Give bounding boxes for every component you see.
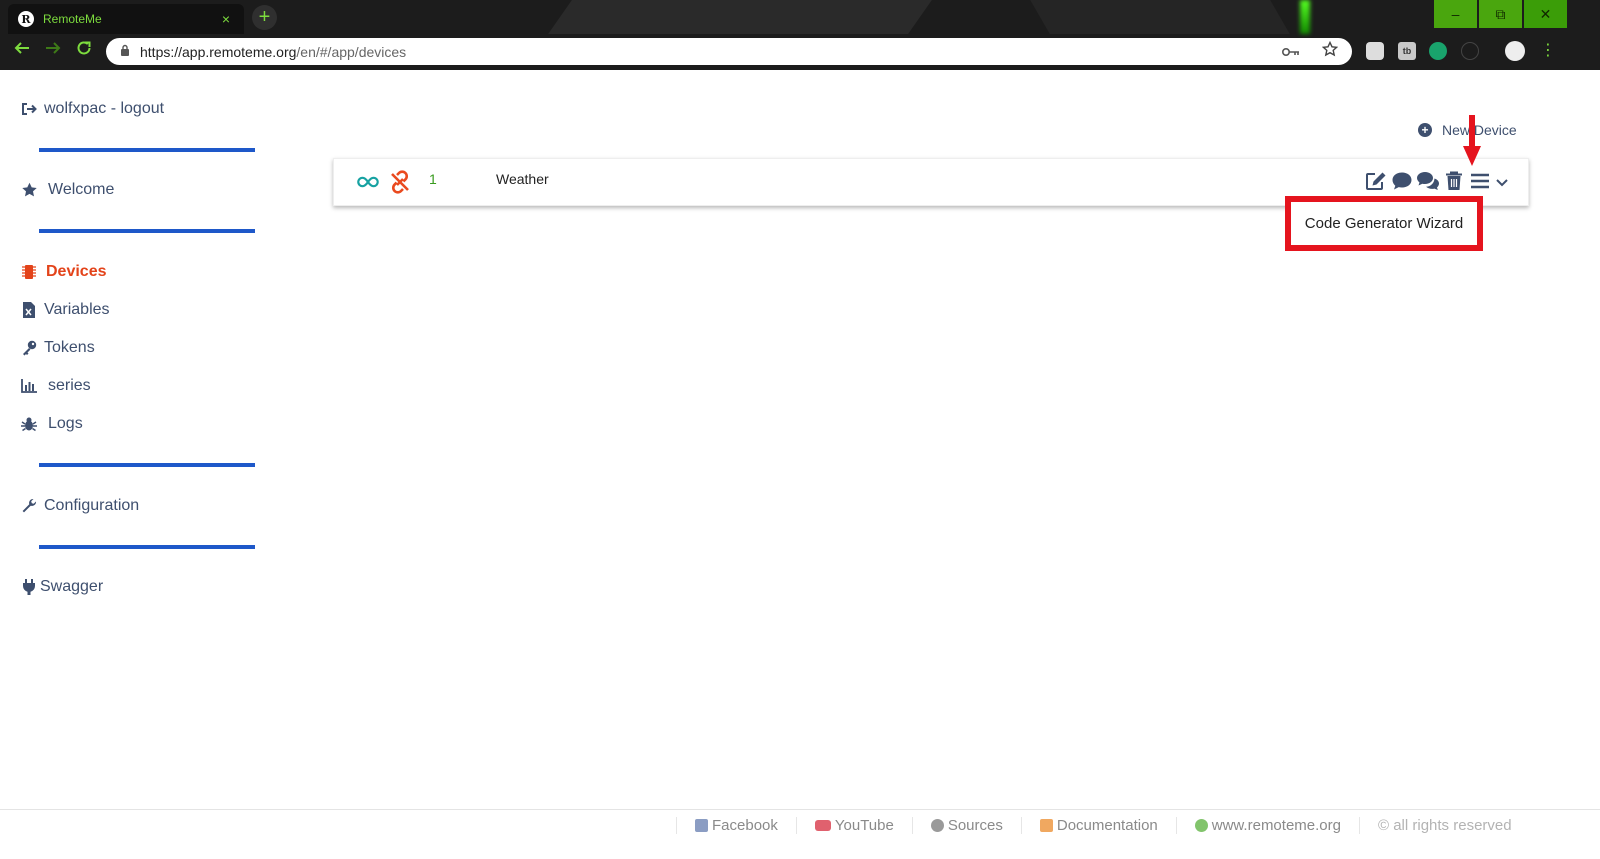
footer-sources-link[interactable]: Sources	[911, 816, 1021, 834]
footer: Facebook YouTube Sources Documentation w…	[0, 809, 1600, 859]
url-path: /en/#/app/devices	[296, 43, 407, 60]
footer-link-label: YouTube	[834, 816, 894, 834]
device-name: Weather	[496, 171, 549, 187]
browser-tab[interactable]: R RemoteMe ×	[8, 4, 244, 34]
sidebar-item-swagger[interactable]: Swagger	[20, 578, 103, 596]
microchip-icon	[20, 263, 38, 281]
footer-link-label: Facebook	[712, 816, 778, 834]
extension-cube-icon[interactable]	[1366, 42, 1384, 60]
bar-chart-icon	[20, 377, 38, 395]
sidebar-item-label: Swagger	[40, 578, 104, 595]
arrow-left-icon	[14, 42, 29, 54]
sidebar: wolfxpac - logout Welcome Devices Variab…	[0, 70, 290, 810]
url-text[interactable]: https://app.remoteme.org/en/#/app/device…	[140, 44, 1282, 60]
code-generator-wizard-menu-item[interactable]: Code Generator Wizard	[1285, 196, 1483, 251]
footer-facebook-link[interactable]: Facebook	[676, 816, 796, 834]
reload-icon	[77, 41, 91, 55]
password-key-icon[interactable]	[1281, 44, 1300, 60]
sidebar-item-tokens[interactable]: Tokens	[20, 339, 95, 357]
sidebar-item-label: Logs	[48, 415, 83, 432]
globe-icon	[1194, 818, 1208, 832]
sidebar-item-welcome[interactable]: Welcome	[20, 181, 114, 199]
wrench-icon	[20, 497, 38, 515]
footer-documentation-link[interactable]: Documentation	[1020, 816, 1176, 834]
sidebar-divider	[39, 148, 255, 152]
footer-link-label: www.remoteme.org	[1211, 816, 1341, 834]
sidebar-item-logs[interactable]: Logs	[20, 415, 83, 433]
trash-icon[interactable]	[1442, 169, 1466, 193]
arrow-right-icon	[46, 42, 61, 54]
sidebar-item-configuration[interactable]: Configuration	[20, 497, 139, 515]
sidebar-item-label: Devices	[46, 263, 107, 280]
address-bar[interactable]: https://app.remoteme.org/en/#/app/device…	[106, 38, 1352, 65]
extension-blocked-icon[interactable]	[1461, 42, 1479, 60]
footer-copyright: © all rights reserved	[1358, 816, 1512, 834]
device-actions	[1364, 169, 1494, 193]
extension-tb-icon[interactable]: tb	[1398, 42, 1416, 60]
bookmark-star-icon[interactable]	[1321, 40, 1339, 62]
extension-cart-icon[interactable]	[1429, 42, 1447, 60]
chrome-background-art	[1030, 0, 1290, 34]
github-icon	[930, 818, 944, 832]
back-button[interactable]	[10, 39, 34, 63]
comments-icon[interactable]	[1416, 169, 1440, 193]
facebook-icon	[695, 818, 708, 832]
sidebar-item-label: Welcome	[48, 181, 115, 198]
bug-icon	[20, 415, 38, 433]
sidebar-item-label: series	[48, 377, 91, 394]
message-icon[interactable]	[1390, 169, 1414, 193]
footer-youtube-link[interactable]: YouTube	[795, 816, 912, 834]
sidebar-divider	[39, 545, 255, 549]
file-variable-icon	[20, 301, 38, 319]
menu-item-label: Code Generator Wizard	[1304, 215, 1464, 232]
sidebar-divider	[39, 229, 255, 233]
arduino-infinity-icon	[356, 172, 380, 192]
star-icon	[20, 181, 38, 199]
new-tab-button[interactable]: +	[252, 5, 277, 30]
device-id: 1	[429, 171, 437, 187]
sidebar-item-label: Variables	[44, 301, 110, 318]
browser-chrome: R RemoteMe × + – ⧉ ✕ https://app.remotem…	[0, 0, 1600, 70]
window-minimize-button[interactable]: –	[1434, 0, 1477, 28]
window-maximize-button[interactable]: ⧉	[1479, 0, 1522, 28]
forward-button[interactable]	[41, 39, 65, 63]
red-arrow-annotation	[1463, 115, 1481, 166]
reload-button[interactable]	[72, 39, 96, 63]
footer-link-label: Documentation	[1056, 816, 1158, 834]
lock-icon	[120, 44, 134, 59]
footer-link-label: Sources	[947, 816, 1003, 834]
sidebar-item-label: Configuration	[44, 497, 140, 514]
sidebar-item-label: wolfxpac - logout	[44, 100, 165, 117]
browser-menu-icon[interactable]: ⋮	[1540, 40, 1556, 62]
book-icon	[1039, 818, 1053, 832]
disconnected-link-icon	[388, 170, 412, 194]
tab-title: RemoteMe	[43, 12, 102, 26]
youtube-icon	[814, 819, 831, 831]
sidebar-item-series[interactable]: series	[20, 377, 91, 395]
key-icon	[20, 339, 38, 357]
plug-icon	[20, 578, 38, 596]
sidebar-item-label: Tokens	[44, 339, 95, 356]
url-host: https://app.remoteme.org	[140, 43, 297, 60]
window-close-button[interactable]: ✕	[1524, 0, 1567, 28]
footer-website-link[interactable]: www.remoteme.org	[1175, 816, 1359, 834]
sidebar-divider	[39, 463, 255, 467]
edit-icon[interactable]	[1364, 169, 1388, 193]
hamburger-menu-icon[interactable]	[1468, 169, 1492, 193]
sidebar-item-devices[interactable]: Devices	[20, 263, 107, 281]
plus-circle-icon: +	[1418, 123, 1432, 137]
tab-close-icon[interactable]: ×	[218, 11, 234, 27]
remoteme-favicon-icon: R	[18, 11, 34, 27]
chrome-background-art	[1300, 0, 1310, 34]
footer-links: Facebook YouTube Sources Documentation w…	[676, 816, 1512, 834]
sidebar-item-variables[interactable]: Variables	[20, 301, 110, 319]
sidebar-item-logout[interactable]: wolfxpac - logout	[20, 100, 164, 118]
chevron-down-icon[interactable]	[1494, 174, 1510, 190]
sign-out-icon	[20, 100, 38, 118]
chrome-background-art	[548, 0, 932, 34]
profile-avatar[interactable]	[1505, 41, 1525, 61]
